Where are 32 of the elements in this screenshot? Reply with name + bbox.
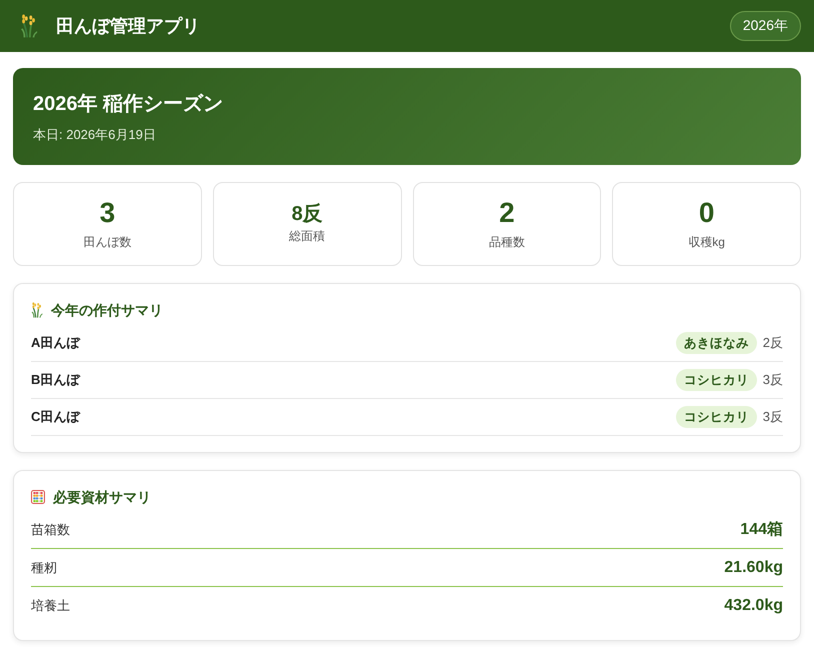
- field-area: 2反: [762, 334, 783, 352]
- material-label: 種籾: [31, 558, 57, 576]
- field-area: 3反: [762, 371, 783, 389]
- app-title: 田んぼ管理アプリ: [56, 15, 200, 38]
- field-name: C田んぼ: [31, 408, 80, 426]
- rice-plant-icon: [31, 302, 43, 318]
- stat-label: 品種数: [488, 234, 525, 251]
- field-name: A田んぼ: [31, 334, 80, 352]
- stat-value: 8反: [292, 203, 323, 226]
- material-label: 苗箱数: [31, 520, 70, 538]
- variety-tag: あきほなみ: [676, 332, 757, 354]
- stat-value: 2: [499, 197, 515, 230]
- material-value: 21.60kg: [724, 558, 783, 578]
- field-name: B田んぼ: [31, 371, 80, 389]
- card-title: 必要資材サマリ: [53, 488, 151, 507]
- year-button[interactable]: 2026年: [730, 11, 801, 41]
- today-date: 本日: 2026年6月19日: [33, 126, 157, 144]
- material-value: 144箱: [740, 520, 783, 540]
- variety-tag: コシヒカリ: [676, 369, 757, 391]
- material-value: 432.0kg: [724, 596, 783, 616]
- stat-label: 田んぼ数: [83, 234, 132, 251]
- stat-label: 総面積: [289, 228, 326, 245]
- rice-plant-icon: [20, 14, 38, 38]
- material-label: 培養土: [31, 596, 70, 614]
- stat-label: 収穫kg: [688, 234, 725, 251]
- abacus-icon: [31, 490, 45, 504]
- season-title: 2026年 稲作シーズン: [33, 92, 224, 117]
- stat-value: 3: [100, 197, 116, 230]
- field-area: 3反: [762, 408, 783, 426]
- stat-value: 0: [698, 197, 714, 230]
- card-title: 今年の作付サマリ: [51, 301, 163, 320]
- variety-tag: コシヒカリ: [676, 406, 757, 428]
